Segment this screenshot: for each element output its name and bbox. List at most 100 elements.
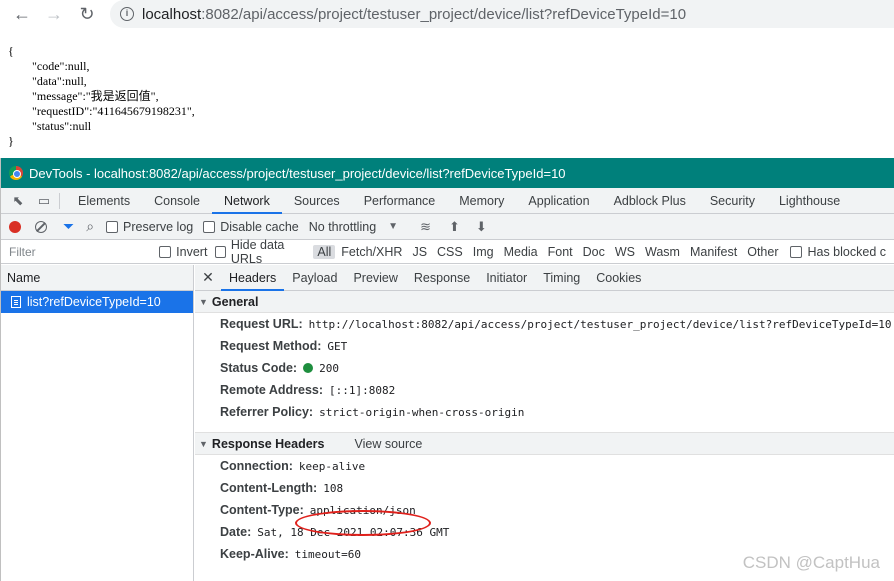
- tab-application[interactable]: Application: [516, 188, 601, 214]
- json-line: "data":null,: [8, 74, 87, 88]
- watermark: CSDN @CaptHua: [742, 553, 880, 572]
- general-row: Request Method: GET: [195, 335, 894, 357]
- tab-performance[interactable]: Performance: [352, 188, 448, 214]
- checkbox[interactable]: [159, 245, 172, 258]
- header-key: Content-Type:: [220, 503, 304, 517]
- tab-memory[interactable]: Memory: [447, 188, 516, 214]
- header-key: Date:: [220, 525, 252, 539]
- tab-cookies[interactable]: Cookies: [588, 265, 649, 291]
- json-line: "code":null,: [8, 59, 90, 73]
- preserve-log-checkbox[interactable]: Preserve log: [106, 220, 193, 234]
- response-header-row: Content-Length: 108: [195, 477, 894, 499]
- device-toolbar-icon[interactable]: ▭: [35, 192, 53, 210]
- disable-cache-checkbox[interactable]: Disable cache: [203, 220, 299, 234]
- type-filter-other[interactable]: Other: [743, 245, 782, 259]
- hide-data-urls-checkbox[interactable]: Hide data URLs: [215, 238, 305, 266]
- type-filter-js[interactable]: JS: [408, 245, 431, 259]
- json-response-body: { "code":null, "data":null, "message":"我…: [8, 44, 195, 149]
- tab-elements[interactable]: Elements: [66, 188, 142, 214]
- url-host: localhost: [142, 5, 202, 23]
- checkbox[interactable]: [106, 220, 119, 233]
- devtools-window: DevTools - localhost:8082/api/access/pro…: [0, 158, 894, 581]
- inspect-element-icon[interactable]: ⬉: [9, 192, 27, 210]
- type-filter-doc[interactable]: Doc: [579, 245, 609, 259]
- header-key: Request Method:: [220, 339, 322, 353]
- checkbox[interactable]: [215, 245, 226, 258]
- request-name: list?refDeviceTypeId=10: [27, 295, 161, 309]
- type-filter-css[interactable]: CSS: [433, 245, 467, 259]
- tab-headers[interactable]: Headers: [221, 265, 285, 291]
- forward-arrow-icon[interactable]: →: [42, 2, 66, 26]
- header-value: 200: [319, 361, 339, 375]
- browser-toolbar: ← → ↻ i localhost:8082/api/access/projec…: [0, 0, 894, 30]
- hide-data-urls-label: Hide data URLs: [230, 237, 285, 266]
- network-conditions-icon[interactable]: ≋: [420, 219, 431, 235]
- general-row: Request URL: http://localhost:8082/api/ac…: [195, 313, 894, 335]
- response-header-row: Content-Type: application/json: [195, 499, 894, 521]
- header-key: Referrer Policy:: [220, 405, 314, 419]
- address-bar[interactable]: i localhost:8082/api/access/project/test…: [110, 0, 894, 28]
- info-icon[interactable]: i: [120, 7, 134, 21]
- tab-initiator[interactable]: Initiator: [478, 265, 535, 291]
- json-line: "requestID":"411645679198231",: [8, 104, 195, 118]
- has-blocked-cookies-checkbox[interactable]: Has blocked c: [790, 245, 886, 259]
- throttling-value: No throttling: [308, 219, 377, 234]
- response-headers-section-header[interactable]: ▼ Response Headers View source: [195, 433, 894, 455]
- close-icon[interactable]: ✕: [195, 269, 221, 286]
- search-icon[interactable]: ⌕: [86, 218, 94, 235]
- back-arrow-icon[interactable]: ←: [10, 2, 34, 26]
- request-row[interactable]: list?refDeviceTypeId=10: [1, 291, 193, 313]
- type-filter-media[interactable]: Media: [500, 245, 542, 259]
- network-panes: Name list?refDeviceTypeId=10 ✕ Headers P…: [1, 265, 894, 581]
- record-icon[interactable]: [9, 220, 21, 233]
- detail-tabs: ✕ Headers Payload Preview Response Initi…: [195, 265, 894, 291]
- export-har-icon[interactable]: ⬇: [476, 219, 487, 235]
- reload-icon[interactable]: ↻: [75, 2, 99, 26]
- has-blocked-label: Has blocked c: [807, 244, 886, 259]
- filter-input[interactable]: Filter: [3, 241, 150, 262]
- tab-adblock-plus[interactable]: Adblock Plus: [602, 188, 698, 214]
- header-value: [::1]:8082: [329, 383, 396, 397]
- view-source-link[interactable]: View source: [354, 437, 422, 451]
- tab-payload[interactable]: Payload: [284, 265, 345, 291]
- triangle-down-icon: ▼: [199, 438, 208, 449]
- type-filter-fetch-xhr[interactable]: Fetch/XHR: [337, 245, 406, 259]
- tab-preview[interactable]: Preview: [345, 265, 405, 291]
- type-filter-all[interactable]: All: [313, 244, 336, 259]
- general-section-header[interactable]: ▼ General: [195, 291, 894, 313]
- type-filter-wasm[interactable]: Wasm: [641, 245, 684, 259]
- import-har-icon[interactable]: ⬆: [449, 219, 460, 235]
- header-key: Remote Address:: [220, 383, 324, 397]
- name-column-header[interactable]: Name: [1, 265, 193, 291]
- tab-network[interactable]: Network: [211, 188, 282, 214]
- type-filter-manifest[interactable]: Manifest: [686, 245, 741, 259]
- header-value: application/json: [309, 503, 416, 517]
- header-value: Sat, 18 Dec 2021 02:07:36 GMT: [257, 525, 450, 539]
- tab-sources[interactable]: Sources: [282, 188, 352, 214]
- tab-lighthouse[interactable]: Lighthouse: [767, 188, 852, 214]
- header-key: Request URL:: [220, 317, 303, 331]
- header-key: Status Code:: [220, 361, 298, 375]
- json-line: "message":"我是返回值",: [8, 89, 159, 103]
- checkbox[interactable]: [203, 220, 216, 233]
- invert-checkbox[interactable]: Invert: [159, 245, 207, 259]
- tab-console[interactable]: Console: [142, 188, 212, 214]
- tab-response[interactable]: Response: [406, 265, 478, 291]
- disable-cache-label: Disable cache: [220, 219, 299, 234]
- type-filter-ws[interactable]: WS: [611, 245, 639, 259]
- clear-icon[interactable]: [35, 220, 47, 233]
- checkbox[interactable]: [790, 245, 803, 258]
- tab-security[interactable]: Security: [698, 188, 767, 214]
- filter-icon[interactable]: ⏷: [63, 218, 74, 235]
- document-icon: [11, 296, 21, 308]
- throttling-select[interactable]: No throttling ▼: [309, 220, 410, 234]
- header-key: Content-Length:: [220, 481, 318, 495]
- url-text[interactable]: localhost:8082/api/access/project/testus…: [142, 6, 686, 23]
- type-filter-img[interactable]: Img: [469, 245, 498, 259]
- tab-timing[interactable]: Timing: [535, 265, 588, 291]
- header-value: GET: [327, 339, 348, 353]
- devtools-titlebar: DevTools - localhost:8082/api/access/pro…: [1, 158, 894, 188]
- header-key: Connection:: [220, 459, 293, 473]
- type-filter-font[interactable]: Font: [544, 245, 577, 259]
- json-line: {: [8, 44, 14, 58]
